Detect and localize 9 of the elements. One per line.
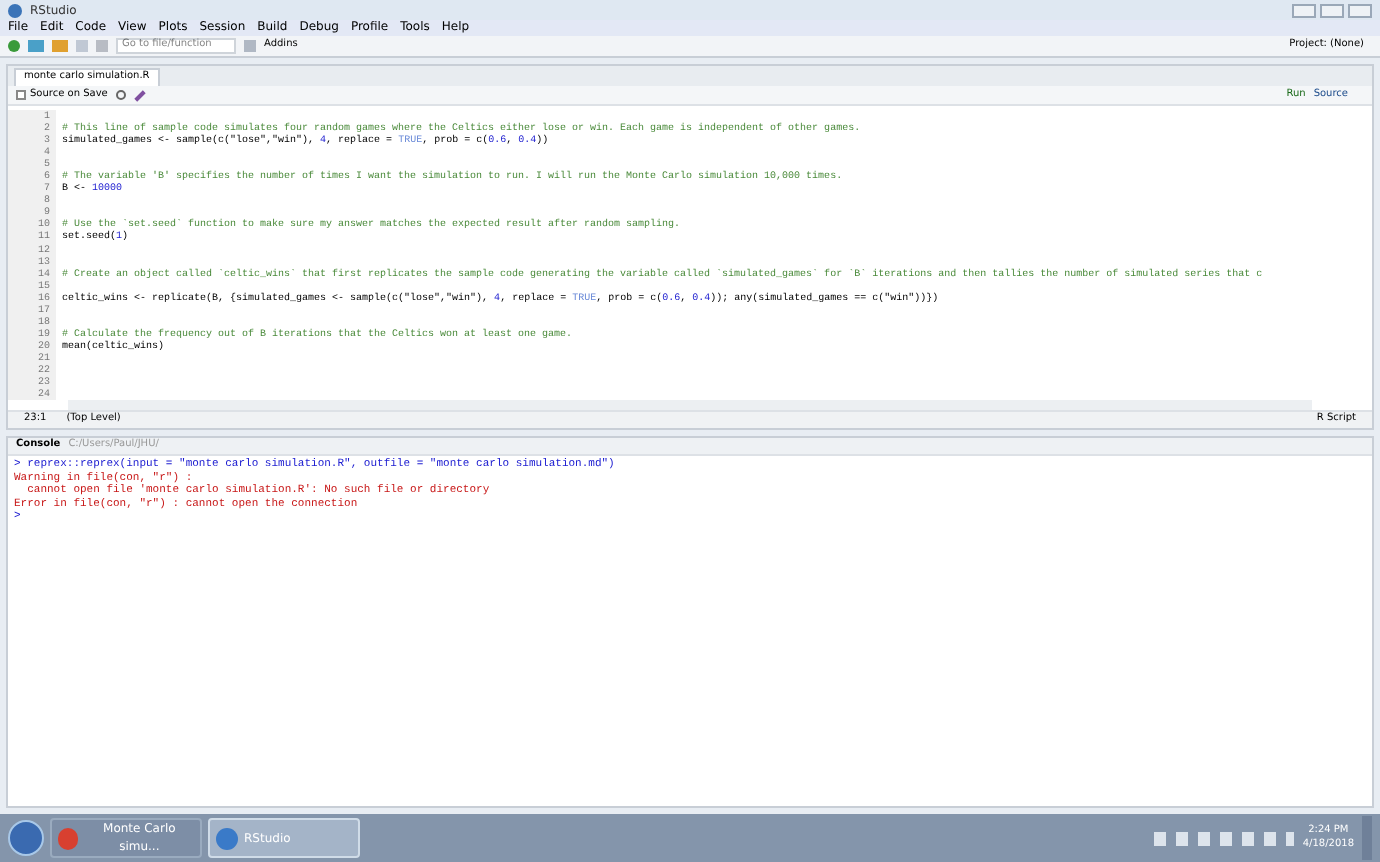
tray-icons-drawing[interactable] <box>1154 831 1295 845</box>
new-file-icon[interactable] <box>8 40 20 52</box>
minimize-icon[interactable] <box>1292 3 1316 17</box>
start-button[interactable] <box>8 820 44 856</box>
search-icon[interactable] <box>115 90 126 100</box>
app-logo-icon <box>8 3 22 17</box>
close-icon[interactable] <box>1348 3 1372 17</box>
maximize-icon[interactable] <box>1320 3 1344 17</box>
wand-icon[interactable] <box>134 89 146 101</box>
